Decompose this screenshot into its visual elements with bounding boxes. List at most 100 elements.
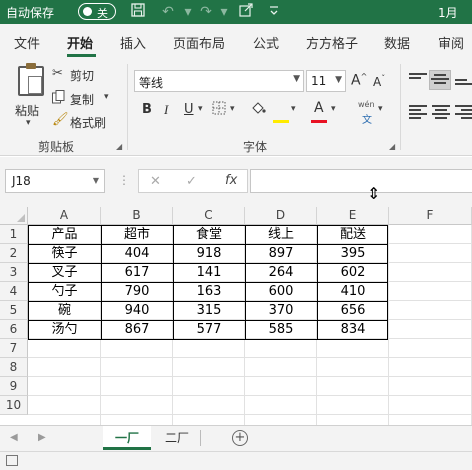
copy-icon[interactable] (52, 90, 65, 108)
sheet-tab-2[interactable]: 二厂 (155, 426, 199, 450)
tab-fangfang-gezi[interactable]: 方方格子 (306, 33, 358, 52)
table-cell[interactable]: 汤勺 (28, 320, 101, 339)
row-header-8[interactable]: 8 (0, 358, 28, 377)
paste-button-label[interactable]: 粘贴 (15, 102, 39, 119)
copy-dropdown-icon[interactable]: ▾ (104, 92, 109, 102)
add-sheet-button[interactable]: + (232, 430, 248, 446)
table-cell[interactable]: 勺子 (28, 282, 101, 301)
table-cell[interactable]: 163 (173, 282, 245, 301)
header-cell[interactable]: 线上 (245, 225, 317, 244)
phonetic-guide-label[interactable]: wén (358, 100, 375, 109)
row-header-2[interactable]: 2 (0, 244, 28, 263)
underline-dropdown-icon[interactable]: ▾ (198, 104, 203, 114)
clipboard-launcher-icon[interactable]: ◢ (116, 142, 122, 151)
more-options-icon[interactable]: ⋮ (118, 173, 130, 187)
header-cell[interactable]: 配送 (317, 225, 389, 244)
bold-button[interactable]: B (142, 102, 152, 117)
worksheet-grid[interactable]: A B C D E F 1 2 3 4 5 6 7 8 9 10 产品 超市 食堂 线上 配送筷子 404 918 897 39… (0, 207, 472, 425)
tab-file[interactable]: 文件 (14, 33, 40, 52)
row-header-5[interactable]: 5 (0, 301, 28, 320)
phonetic-dropdown-icon[interactable]: ▾ (378, 104, 383, 114)
borders-icon[interactable] (212, 101, 226, 119)
row-header-4[interactable]: 4 (0, 282, 28, 301)
column-header-b[interactable]: B (101, 207, 173, 225)
table-cell[interactable]: 叉子 (28, 263, 101, 282)
redo-dropdown-icon[interactable]: ▾ (214, 3, 234, 21)
table-cell[interactable]: 834 (317, 320, 389, 339)
paste-icon[interactable] (18, 63, 44, 96)
font-size-select[interactable]: 11 ▼ (306, 70, 346, 92)
column-header-d[interactable]: D (245, 207, 317, 225)
cancel-icon[interactable]: ✕ (150, 174, 161, 189)
table-cell[interactable]: 577 (173, 320, 245, 339)
autosave-toggle[interactable]: 关 (78, 3, 116, 20)
row-header-10[interactable]: 10 (0, 396, 28, 415)
sheet-tab-1[interactable]: 一厂 (103, 426, 151, 450)
font-color-dropdown-icon[interactable]: ▾ (331, 104, 336, 114)
table-cell[interactable]: 897 (245, 244, 317, 263)
macro-record-icon[interactable] (6, 455, 18, 466)
row-header-7[interactable]: 7 (0, 339, 28, 358)
scroll-tabs-right-icon[interactable]: ▶ (38, 432, 46, 443)
fill-color-icon[interactable] (250, 100, 266, 120)
table-cell[interactable]: 筷子 (28, 244, 101, 263)
font-name-select[interactable]: 等线 ▼ (134, 70, 304, 92)
format-painter-icon[interactable]: 🖌 (52, 112, 69, 127)
tab-data[interactable]: 数据 (384, 33, 410, 52)
italic-button[interactable]: I (164, 102, 168, 118)
column-header-f[interactable]: F (389, 207, 472, 225)
header-cell[interactable]: 食堂 (173, 225, 245, 244)
align-right-icon[interactable] (455, 105, 472, 119)
table-cell[interactable]: 918 (173, 244, 245, 263)
save-icon[interactable] (128, 3, 148, 21)
table-cell[interactable]: 410 (317, 282, 389, 301)
fill-color-dropdown-icon[interactable]: ▾ (291, 104, 296, 114)
table-cell[interactable]: 315 (173, 301, 245, 320)
tab-formulas[interactable]: 公式 (253, 33, 279, 52)
align-center-icon[interactable] (432, 105, 450, 119)
undo-icon[interactable]: ↶ (158, 3, 178, 21)
row-header-3[interactable]: 3 (0, 263, 28, 282)
insert-function-icon[interactable]: fx (225, 173, 237, 188)
table-cell[interactable]: 404 (101, 244, 173, 263)
borders-dropdown-icon[interactable]: ▾ (230, 104, 235, 114)
column-header-a[interactable]: A (28, 207, 101, 225)
header-cell[interactable]: 产品 (28, 225, 101, 244)
tab-insert[interactable]: 插入 (120, 33, 146, 52)
table-cell[interactable]: 600 (245, 282, 317, 301)
table-cell[interactable]: 940 (101, 301, 173, 320)
table-cell[interactable]: 395 (317, 244, 389, 263)
phonetic-guide-icon[interactable]: 文 (362, 111, 372, 126)
undo-dropdown-icon[interactable]: ▾ (178, 3, 198, 21)
table-cell[interactable]: 656 (317, 301, 389, 320)
font-color-icon[interactable]: A (314, 100, 324, 116)
header-cell[interactable]: 超市 (101, 225, 173, 244)
name-box[interactable]: J18 ▼ (5, 169, 105, 193)
table-cell[interactable]: 370 (245, 301, 317, 320)
table-cell[interactable]: 867 (101, 320, 173, 339)
table-cell[interactable]: 碗 (28, 301, 101, 320)
underline-button[interactable]: U (184, 102, 194, 117)
align-bottom-icon[interactable] (455, 75, 472, 89)
redo-icon[interactable]: ↷ (196, 3, 216, 21)
column-header-c[interactable]: C (173, 207, 245, 225)
increase-font-size-icon[interactable]: A^ (351, 72, 367, 89)
row-header-9[interactable]: 9 (0, 377, 28, 396)
row-header-1[interactable]: 1 (0, 225, 28, 244)
font-launcher-icon[interactable]: ◢ (389, 142, 395, 151)
table-cell[interactable]: 602 (317, 263, 389, 282)
customize-toolbar-icon[interactable] (264, 3, 284, 21)
enter-icon[interactable]: ✓ (186, 174, 197, 189)
row-header-6[interactable]: 6 (0, 320, 28, 339)
align-top-icon[interactable] (409, 73, 427, 87)
table-cell[interactable]: 790 (101, 282, 173, 301)
column-header-e[interactable]: E (317, 207, 389, 225)
table-cell[interactable]: 264 (245, 263, 317, 282)
tab-home[interactable]: 开始 (67, 33, 93, 52)
align-left-icon[interactable] (409, 105, 427, 119)
cut-button[interactable]: 剪切 (70, 67, 94, 84)
cut-icon[interactable]: ✂ (52, 66, 63, 81)
paste-dropdown-icon[interactable]: ▾ (26, 118, 31, 128)
table-cell[interactable]: 585 (245, 320, 317, 339)
copy-button[interactable]: 复制 (70, 91, 94, 108)
